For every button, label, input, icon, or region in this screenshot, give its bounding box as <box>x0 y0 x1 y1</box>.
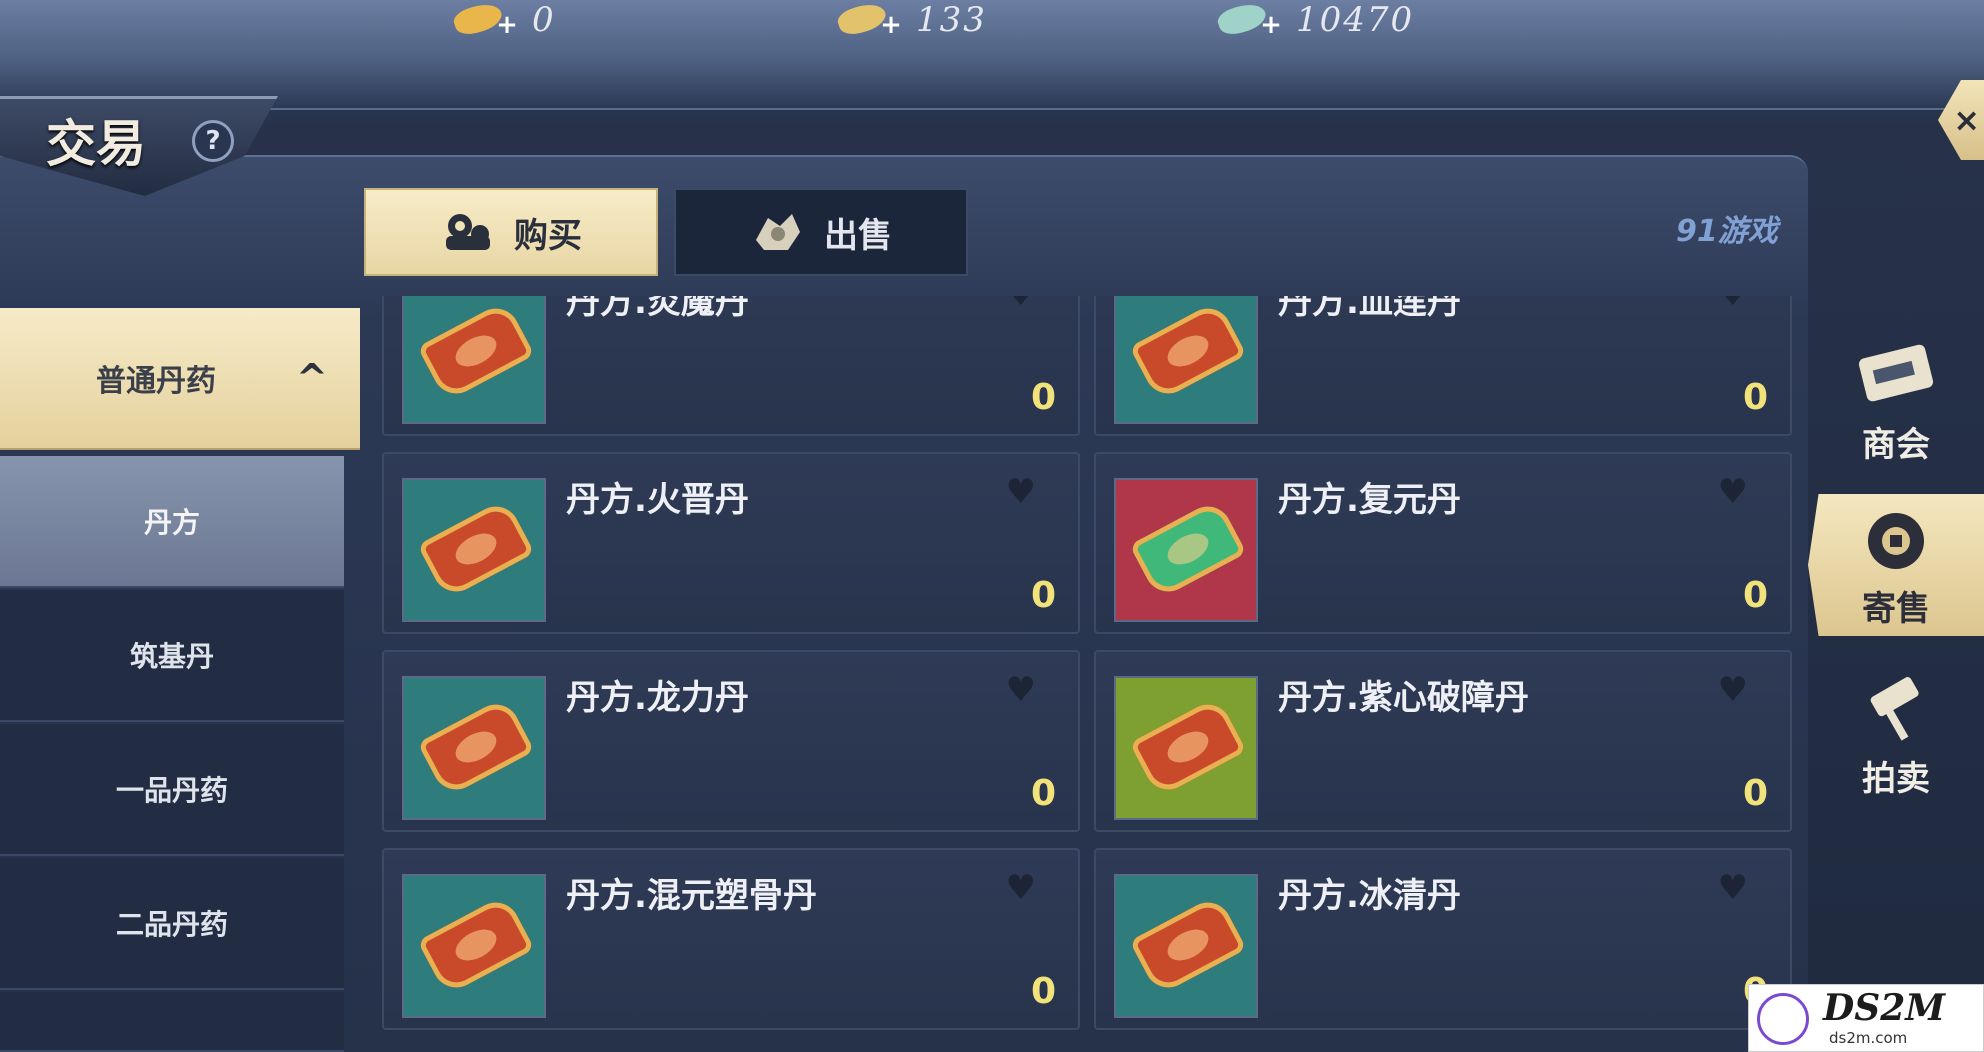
item-card[interactable]: 丹方.龙力丹 ♥ 0 <box>382 650 1080 832</box>
favorite-heart-icon[interactable]: ♥ <box>1718 670 1748 710</box>
nav-label: 寄售 <box>1862 589 1930 629</box>
currency-value: 0 <box>532 0 556 40</box>
item-thumbnail <box>402 296 546 424</box>
item-count: 0 <box>1030 377 1056 418</box>
item-card[interactable]: 丹方.复元丹 ♥ 0 <box>1094 452 1792 634</box>
item-count: 0 <box>1030 575 1056 616</box>
sell-icon <box>756 214 800 250</box>
gold-ingot-icon[interactable]: + <box>832 0 904 40</box>
auction-icon <box>1870 677 1919 741</box>
item-list[interactable]: 丹方.炎魔丹 ♥ 0 丹方.血莲丹 ♥ 0 丹方.火晋丹 ♥ 0 丹方.复元丹 … <box>372 296 1796 1052</box>
subcategory-tier1-pill[interactable]: 一品丹药 <box>0 724 344 856</box>
currency-silver: + 10470 <box>1212 0 1414 40</box>
tab-sell-label: 出售 <box>824 215 892 256</box>
add-currency-icon[interactable]: + <box>496 12 518 38</box>
help-button[interactable]: ? <box>192 120 234 162</box>
silver-ingot-icon[interactable]: + <box>1212 0 1284 40</box>
favorite-heart-icon[interactable]: ♥ <box>1718 296 1748 314</box>
add-currency-icon[interactable]: + <box>1260 12 1282 38</box>
favorite-heart-icon[interactable]: ♥ <box>1006 296 1036 314</box>
nav-label: 商会 <box>1862 425 1930 465</box>
subcategory-label: 丹方 <box>143 506 200 539</box>
item-count: 0 <box>1742 575 1768 616</box>
favorite-heart-icon[interactable]: ♥ <box>1006 472 1036 512</box>
item-count: 0 <box>1030 773 1056 814</box>
consign-icon <box>1868 513 1924 569</box>
tab-sell[interactable]: 出售 <box>674 188 968 276</box>
subcategory-label: 二品丹药 <box>115 908 228 941</box>
item-name: 丹方.复元丹 <box>1278 480 1461 520</box>
item-count: 0 <box>1030 971 1056 1012</box>
item-name: 丹方.混元塑骨丹 <box>566 876 817 916</box>
watermark-brand: DS2M <box>1823 987 1946 1029</box>
currency-value: 10470 <box>1296 0 1415 40</box>
subcategory-more[interactable] <box>0 992 344 1052</box>
nav-chamber-of-commerce[interactable]: 商会 <box>1808 330 1984 472</box>
item-thumbnail <box>402 676 546 820</box>
subcategory-foundation-pill[interactable]: 筑基丹 <box>0 590 344 722</box>
subcategory-recipe[interactable]: 丹方 <box>0 456 344 588</box>
favorite-heart-icon[interactable]: ♥ <box>1006 868 1036 908</box>
ds2m-logo-icon <box>1757 993 1809 1045</box>
category-label: 普通丹药 <box>96 364 216 399</box>
item-card[interactable]: 丹方.紫心破障丹 ♥ 0 <box>1094 650 1792 832</box>
item-name: 丹方.炎魔丹 <box>566 296 749 322</box>
nav-label: 拍卖 <box>1862 759 1930 799</box>
nav-auction[interactable]: 拍卖 <box>1808 664 1984 806</box>
favorite-heart-icon[interactable]: ♥ <box>1006 670 1036 710</box>
favorite-heart-icon[interactable]: ♥ <box>1718 868 1748 908</box>
subcategory-tier2-pill[interactable]: 二品丹药 <box>0 858 344 990</box>
item-count: 0 <box>1742 773 1768 814</box>
tab-buy-label: 购买 <box>514 215 582 256</box>
nav-consignment[interactable]: 寄售 <box>1808 494 1984 636</box>
gold-ingot-icon[interactable]: + <box>448 0 520 40</box>
item-thumbnail <box>402 478 546 622</box>
chevron-up-icon: ^ <box>296 356 328 400</box>
ds2m-watermark: DS2M ds2m.com <box>1748 984 1984 1052</box>
item-card[interactable]: 丹方.混元塑骨丹 ♥ 0 <box>382 848 1080 1030</box>
subcategory-label: 一品丹药 <box>115 774 228 807</box>
item-thumbnail <box>1114 478 1258 622</box>
currency-gold: + 0 <box>448 0 556 40</box>
item-thumbnail <box>1114 296 1258 424</box>
category-common-pills[interactable]: 普通丹药 ^ <box>0 308 360 450</box>
chamber-icon <box>1858 344 1934 402</box>
item-thumbnail <box>402 874 546 1018</box>
item-name: 丹方.紫心破障丹 <box>1278 678 1529 718</box>
currency-bound-gold: + 133 <box>832 0 987 40</box>
buy-icon <box>446 214 490 250</box>
item-card[interactable]: 丹方.火晋丹 ♥ 0 <box>382 452 1080 634</box>
add-currency-icon[interactable]: + <box>880 12 902 38</box>
item-thumbnail <box>1114 874 1258 1018</box>
item-card[interactable]: 丹方.血莲丹 ♥ 0 <box>1094 296 1792 436</box>
watermark-url: ds2m.com <box>1829 1029 1908 1047</box>
page-title: 交易 <box>46 114 146 173</box>
item-name: 丹方.龙力丹 <box>566 678 749 718</box>
item-thumbnail <box>1114 676 1258 820</box>
subcategory-label: 筑基丹 <box>129 640 214 673</box>
item-name: 丹方.血莲丹 <box>1278 296 1461 322</box>
item-card[interactable]: 丹方.炎魔丹 ♥ 0 <box>382 296 1080 436</box>
favorite-heart-icon[interactable]: ♥ <box>1718 472 1748 512</box>
item-name: 丹方.火晋丹 <box>566 480 749 520</box>
item-card[interactable]: 丹方.冰清丹 ♥ 0 <box>1094 848 1792 1030</box>
watermark-91-logo: 91游戏 <box>1676 214 1778 249</box>
item-name: 丹方.冰清丹 <box>1278 876 1461 916</box>
currency-value: 133 <box>916 0 987 40</box>
currency-bar: + 0 + 133 + 10470 <box>0 0 1984 110</box>
item-count: 0 <box>1742 377 1768 418</box>
tab-buy[interactable]: 购买 <box>364 188 658 276</box>
